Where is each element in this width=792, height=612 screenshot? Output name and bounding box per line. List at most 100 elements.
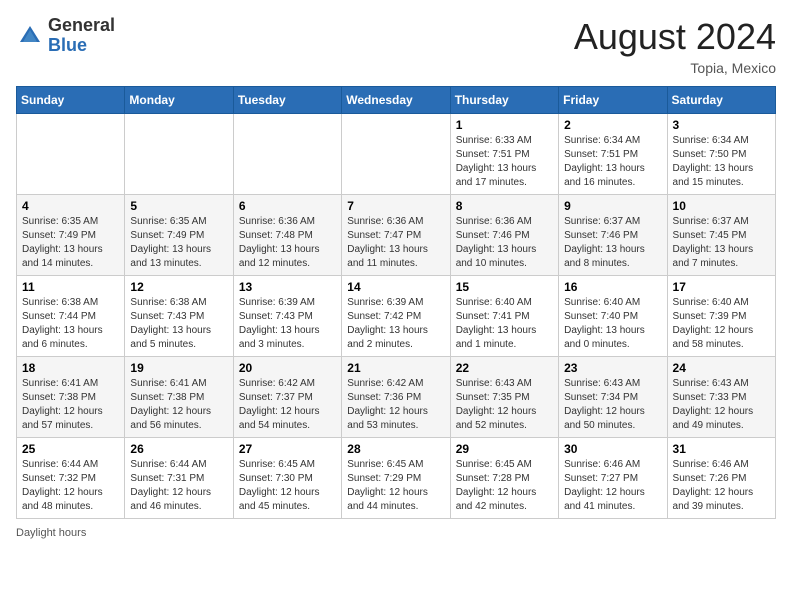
- day-number: 4: [22, 199, 119, 213]
- calendar-cell: 16 Sunrise: 6:40 AMSunset: 7:40 PMDayligh…: [559, 276, 667, 357]
- week-row-4: 18 Sunrise: 6:41 AMSunset: 7:38 PMDayligh…: [17, 357, 776, 438]
- day-info: Sunrise: 6:44 AMSunset: 7:32 PMDaylight:…: [22, 458, 119, 514]
- day-info: Sunrise: 6:34 AMSunset: 7:51 PMDaylight:…: [564, 134, 661, 190]
- day-info: Sunrise: 6:42 AMSunset: 7:36 PMDaylight:…: [347, 377, 444, 433]
- location-text: Topia, Mexico: [574, 60, 776, 76]
- day-number: 1: [456, 118, 553, 132]
- calendar-cell: [233, 114, 341, 195]
- day-info: Sunrise: 6:35 AMSunset: 7:49 PMDaylight:…: [130, 215, 227, 271]
- day-info: Sunrise: 6:33 AMSunset: 7:51 PMDaylight:…: [456, 134, 553, 190]
- day-number: 14: [347, 280, 444, 294]
- day-number: 24: [673, 361, 770, 375]
- calendar-cell: 3 Sunrise: 6:34 AMSunset: 7:50 PMDaylight…: [667, 114, 775, 195]
- day-number: 13: [239, 280, 336, 294]
- day-info: Sunrise: 6:46 AMSunset: 7:27 PMDaylight:…: [564, 458, 661, 514]
- day-info: Sunrise: 6:43 AMSunset: 7:34 PMDaylight:…: [564, 377, 661, 433]
- day-info: Sunrise: 6:38 AMSunset: 7:44 PMDaylight:…: [22, 296, 119, 352]
- calendar-cell: 29 Sunrise: 6:45 AMSunset: 7:28 PMDayligh…: [450, 438, 558, 519]
- header-friday: Friday: [559, 87, 667, 114]
- day-info: Sunrise: 6:44 AMSunset: 7:31 PMDaylight:…: [130, 458, 227, 514]
- week-row-2: 4 Sunrise: 6:35 AMSunset: 7:49 PMDaylight…: [17, 195, 776, 276]
- calendar-cell: 26Sunrise: 6:44 AMSunset: 7:31 PMDayligh…: [125, 438, 233, 519]
- day-number: 16: [564, 280, 661, 294]
- daylight-label: Daylight hours: [16, 527, 86, 539]
- header-wednesday: Wednesday: [342, 87, 450, 114]
- day-number: 3: [673, 118, 770, 132]
- calendar-cell: 25 Sunrise: 6:44 AMSunset: 7:32 PMDayligh…: [17, 438, 125, 519]
- calendar-cell: 6 Sunrise: 6:36 AMSunset: 7:48 PMDaylight…: [233, 195, 341, 276]
- day-number: 28: [347, 442, 444, 456]
- day-number: 21: [347, 361, 444, 375]
- day-number: 29: [456, 442, 553, 456]
- day-number: 10: [673, 199, 770, 213]
- calendar-cell: 13 Sunrise: 6:39 AMSunset: 7:43 PMDayligh…: [233, 276, 341, 357]
- calendar-cell: 10 Sunrise: 6:37 AMSunset: 7:45 PMDayligh…: [667, 195, 775, 276]
- day-info: Sunrise: 6:45 AMSunset: 7:28 PMDaylight:…: [456, 458, 553, 514]
- day-info: Sunrise: 6:40 AMSunset: 7:39 PMDaylight:…: [673, 296, 770, 352]
- calendar-cell: 28 Sunrise: 6:45 AMSunset: 7:29 PMDayligh…: [342, 438, 450, 519]
- header-thursday: Thursday: [450, 87, 558, 114]
- day-number: 8: [456, 199, 553, 213]
- page-header: General Blue August 2024 Topia, Mexico: [16, 16, 776, 76]
- calendar-cell: [342, 114, 450, 195]
- day-number: 6: [239, 199, 336, 213]
- day-info: Sunrise: 6:46 AMSunset: 7:26 PMDaylight:…: [673, 458, 770, 514]
- header-sunday: Sunday: [17, 87, 125, 114]
- day-number: 12: [130, 280, 227, 294]
- day-number: 27: [239, 442, 336, 456]
- calendar-cell: [125, 114, 233, 195]
- calendar-cell: 23Sunrise: 6:43 AMSunset: 7:34 PMDayligh…: [559, 357, 667, 438]
- calendar-cell: 18 Sunrise: 6:41 AMSunset: 7:38 PMDayligh…: [17, 357, 125, 438]
- day-number: 31: [673, 442, 770, 456]
- day-info: Sunrise: 6:40 AMSunset: 7:40 PMDaylight:…: [564, 296, 661, 352]
- footer: Daylight hours: [16, 527, 776, 539]
- day-number: 15: [456, 280, 553, 294]
- day-info: Sunrise: 6:36 AMSunset: 7:47 PMDaylight:…: [347, 215, 444, 271]
- logo-blue-text: Blue: [48, 35, 87, 55]
- calendar-cell: 12 Sunrise: 6:38 AMSunset: 7:43 PMDayligh…: [125, 276, 233, 357]
- day-info: Sunrise: 6:41 AMSunset: 7:38 PMDaylight:…: [130, 377, 227, 433]
- calendar-table: SundayMondayTuesdayWednesdayThursdayFrid…: [16, 86, 776, 519]
- day-number: 30: [564, 442, 661, 456]
- day-number: 9: [564, 199, 661, 213]
- day-number: 20: [239, 361, 336, 375]
- calendar-cell: 22Sunrise: 6:43 AMSunset: 7:35 PMDayligh…: [450, 357, 558, 438]
- week-row-5: 25 Sunrise: 6:44 AMSunset: 7:32 PMDayligh…: [17, 438, 776, 519]
- day-number: 5: [130, 199, 227, 213]
- day-info: Sunrise: 6:36 AMSunset: 7:48 PMDaylight:…: [239, 215, 336, 271]
- header-saturday: Saturday: [667, 87, 775, 114]
- calendar-cell: 7Sunrise: 6:36 AMSunset: 7:47 PMDaylight…: [342, 195, 450, 276]
- calendar-cell: 31 Sunrise: 6:46 AMSunset: 7:26 PMDayligh…: [667, 438, 775, 519]
- calendar-cell: 14Sunrise: 6:39 AMSunset: 7:42 PMDayligh…: [342, 276, 450, 357]
- day-number: 17: [673, 280, 770, 294]
- week-row-1: 1 Sunrise: 6:33 AMSunset: 7:51 PMDaylight…: [17, 114, 776, 195]
- day-info: Sunrise: 6:45 AMSunset: 7:30 PMDaylight:…: [239, 458, 336, 514]
- day-info: Sunrise: 6:34 AMSunset: 7:50 PMDaylight:…: [673, 134, 770, 190]
- calendar-cell: 30 Sunrise: 6:46 AMSunset: 7:27 PMDayligh…: [559, 438, 667, 519]
- day-info: Sunrise: 6:35 AMSunset: 7:49 PMDaylight:…: [22, 215, 119, 271]
- logo-icon: [16, 22, 44, 50]
- calendar-cell: 17 Sunrise: 6:40 AMSunset: 7:39 PMDayligh…: [667, 276, 775, 357]
- week-row-3: 11Sunrise: 6:38 AMSunset: 7:44 PMDayligh…: [17, 276, 776, 357]
- calendar-cell: 8 Sunrise: 6:36 AMSunset: 7:46 PMDaylight…: [450, 195, 558, 276]
- day-number: 18: [22, 361, 119, 375]
- day-number: 25: [22, 442, 119, 456]
- day-info: Sunrise: 6:45 AMSunset: 7:29 PMDaylight:…: [347, 458, 444, 514]
- calendar-cell: 9Sunrise: 6:37 AMSunset: 7:46 PMDaylight…: [559, 195, 667, 276]
- day-info: Sunrise: 6:38 AMSunset: 7:43 PMDaylight:…: [130, 296, 227, 352]
- day-info: Sunrise: 6:39 AMSunset: 7:43 PMDaylight:…: [239, 296, 336, 352]
- day-number: 19: [130, 361, 227, 375]
- day-number: 22: [456, 361, 553, 375]
- day-info: Sunrise: 6:40 AMSunset: 7:41 PMDaylight:…: [456, 296, 553, 352]
- calendar-cell: 27 Sunrise: 6:45 AMSunset: 7:30 PMDayligh…: [233, 438, 341, 519]
- header-monday: Monday: [125, 87, 233, 114]
- logo-general-text: General: [48, 15, 115, 35]
- calendar-cell: 1 Sunrise: 6:33 AMSunset: 7:51 PMDaylight…: [450, 114, 558, 195]
- day-info: Sunrise: 6:43 AMSunset: 7:33 PMDaylight:…: [673, 377, 770, 433]
- day-info: Sunrise: 6:41 AMSunset: 7:38 PMDaylight:…: [22, 377, 119, 433]
- day-info: Sunrise: 6:37 AMSunset: 7:45 PMDaylight:…: [673, 215, 770, 271]
- calendar-cell: 2Sunrise: 6:34 AMSunset: 7:51 PMDaylight…: [559, 114, 667, 195]
- day-info: Sunrise: 6:36 AMSunset: 7:46 PMDaylight:…: [456, 215, 553, 271]
- calendar-cell: 5 Sunrise: 6:35 AMSunset: 7:49 PMDaylight…: [125, 195, 233, 276]
- calendar-cell: 19 Sunrise: 6:41 AMSunset: 7:38 PMDayligh…: [125, 357, 233, 438]
